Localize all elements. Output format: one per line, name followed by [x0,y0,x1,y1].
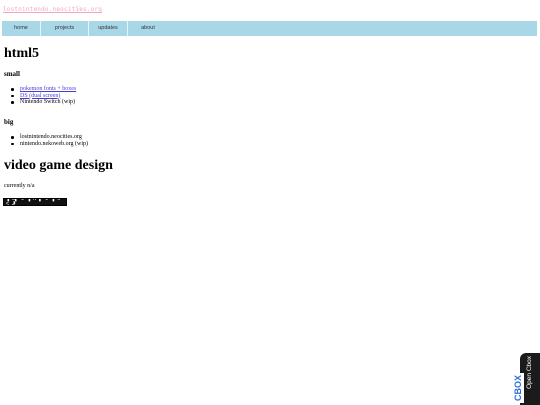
vgd-status-text: currently n/a [4,183,35,189]
site-header: lostnintendo.neocities.org ♡ [0,0,540,16]
nekoweb-text: nintendo.nekoweb.org (wip) [20,140,89,147]
nav-item-updates[interactable]: updates [89,21,127,36]
nav-item-home[interactable]: home [2,21,40,36]
site-banner-button[interactable]: ▚ L▞ C ▚ K ▞ C ▚ G S ▞ [3,198,67,206]
pokemon-fonts-link[interactable]: pokemon fonts + boxes [20,86,76,92]
big-projects-list: lostnintendo.neocities.org nintendo.neko… [10,134,88,147]
list-item: nintendo.nekoweb.org (wip) [10,141,88,148]
list-item: Nintendo Switch (wip) [10,99,76,106]
banner-text: ▚ L▞ C ▚ K ▞ C ▚ G S ▞ [6,198,61,206]
subheading-small: small [4,70,20,78]
open-cbox-label: Open Cbox [526,356,533,389]
ds-dual-screen-link[interactable]: DS (dual screen) [20,93,60,99]
nav-item-about[interactable]: about [128,21,168,36]
small-projects-list: pokemon fonts + boxes DS (dual screen) N… [10,86,76,106]
subheading-big: big [4,118,14,126]
section-heading-video-game-design: video game design [4,158,113,173]
nav-item-projects[interactable]: projects [41,21,88,36]
nav-bar: home projects updates about [2,21,537,36]
cbox-logo[interactable]: CBOX [513,373,524,403]
heart-icon: ♡ [75,6,81,12]
section-heading-html5: html5 [4,46,39,61]
site-title-link[interactable]: lostnintendo.neocities.org [3,6,102,13]
lostnintendo-text: lostnintendo.neocities.org [20,134,82,140]
nintendo-switch-text: Nintendo Switch (wip) [20,99,75,105]
